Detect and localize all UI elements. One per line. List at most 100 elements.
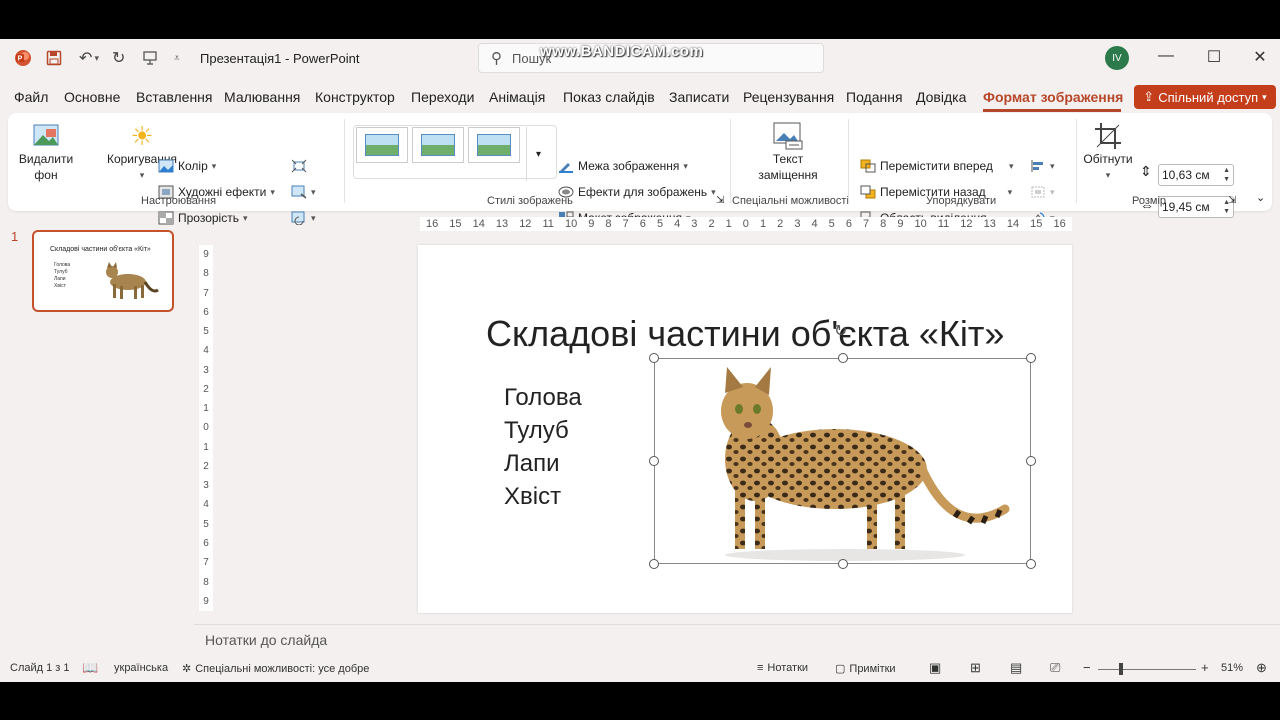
zoom-slider[interactable] bbox=[1098, 663, 1196, 675]
tab-help[interactable]: Довідка bbox=[916, 89, 966, 105]
tab-transitions[interactable]: Переходи bbox=[411, 89, 474, 105]
chevron-down-icon: ▾ bbox=[139, 170, 145, 180]
zoom-level[interactable]: 51% bbox=[1221, 662, 1243, 674]
picture-effects-button[interactable]: Ефекти для зображень ▾ bbox=[558, 185, 716, 199]
change-picture-button[interactable]: ▾ bbox=[291, 185, 316, 199]
height-input[interactable]: 10,63 см ▲ ▼ bbox=[1158, 164, 1234, 186]
picture-border-label: Межа зображення bbox=[578, 159, 680, 173]
crop-icon bbox=[1095, 123, 1121, 149]
slide-thumbnail[interactable]: Складові частини об'єкта «Кіт» Голова Ту… bbox=[32, 230, 174, 312]
undo-icon[interactable]: ↶ ▾ bbox=[74, 48, 104, 68]
slide-body-text[interactable]: Голова Тулуб Лапи Хвіст bbox=[504, 381, 582, 513]
resize-handle[interactable] bbox=[1026, 456, 1036, 466]
alt-text-button[interactable]: Текст заміщення bbox=[752, 121, 824, 183]
tab-slideshow[interactable]: Показ слайдів bbox=[563, 89, 655, 105]
picture-style-1[interactable] bbox=[356, 127, 408, 163]
resize-handle[interactable] bbox=[838, 559, 848, 569]
ribbon-separator bbox=[848, 119, 849, 203]
resize-handle[interactable] bbox=[649, 559, 659, 569]
share-button[interactable]: ⇪ Спільний доступ ▾ bbox=[1134, 85, 1276, 109]
collapse-ribbon-icon[interactable]: ⌄ bbox=[1256, 191, 1265, 204]
tab-animations[interactable]: Анімація bbox=[489, 89, 545, 105]
resize-handle[interactable] bbox=[1026, 353, 1036, 363]
minimize-icon[interactable]: — bbox=[1151, 47, 1181, 65]
app-name: PowerPoint bbox=[292, 51, 360, 66]
tab-record[interactable]: Записати bbox=[669, 89, 729, 105]
normal-view-icon[interactable]: ▣ bbox=[929, 660, 941, 676]
slide-list-item: Тулуб bbox=[504, 417, 569, 444]
comments-button[interactable]: ▢ Примітки bbox=[835, 662, 896, 676]
width-input[interactable]: 19,45 см ▲ ▼ bbox=[1158, 196, 1234, 218]
fit-slide-icon[interactable]: ⊕ bbox=[1256, 660, 1267, 676]
bring-forward-button[interactable]: Перемістити вперед ▾ bbox=[860, 159, 1013, 173]
tab-design[interactable]: Конструктор bbox=[315, 89, 395, 105]
tab-draw[interactable]: Малювання bbox=[224, 89, 300, 105]
reset-picture-button[interactable]: ▾ bbox=[291, 211, 316, 225]
ruler-tick-label: 9 bbox=[897, 218, 904, 230]
spin-arrows-icon[interactable]: ▲ ▼ bbox=[1223, 166, 1230, 184]
resize-handle[interactable] bbox=[649, 353, 659, 363]
tab-insert[interactable]: Вставлення bbox=[136, 89, 213, 105]
pen-icon bbox=[558, 159, 574, 173]
crop-button[interactable]: Обітнути ▾ bbox=[1082, 121, 1134, 183]
save-icon[interactable] bbox=[46, 48, 62, 68]
customize-toolbar-icon[interactable]: ⩡ bbox=[174, 48, 180, 68]
align-button[interactable]: ▾ bbox=[1030, 159, 1055, 173]
reading-view-icon[interactable]: ▤ bbox=[1010, 660, 1022, 676]
chevron-down-icon: ▾ bbox=[1007, 186, 1013, 197]
group-objects-button[interactable]: ▾ bbox=[1030, 185, 1055, 199]
bring-forward-label: Перемістити вперед bbox=[880, 159, 993, 173]
width-value: 19,45 см bbox=[1162, 200, 1210, 214]
close-icon[interactable]: ✕ bbox=[1245, 47, 1275, 67]
slideshow-start-icon[interactable] bbox=[142, 48, 158, 68]
picture-border-button[interactable]: Межа зображення ▾ bbox=[558, 159, 688, 173]
tab-file[interactable]: Файл bbox=[14, 89, 48, 105]
zoom-in-icon[interactable]: + bbox=[1201, 660, 1209, 675]
ruler-tick-label: 3 bbox=[203, 364, 209, 376]
redo-icon[interactable]: ↻ bbox=[112, 48, 125, 68]
avatar[interactable]: IV bbox=[1105, 46, 1129, 70]
size-dialog-launcher-icon[interactable]: ⇲ bbox=[1228, 195, 1236, 206]
rotate-handle-icon[interactable]: ↻ bbox=[834, 321, 847, 341]
resize-handle[interactable] bbox=[649, 456, 659, 466]
maximize-icon[interactable]: ☐ bbox=[1199, 47, 1229, 67]
slide-canvas[interactable]: Складові частини об'єкта «Кіт» Голова Ту… bbox=[418, 245, 1072, 613]
picture-style-3[interactable] bbox=[468, 127, 520, 163]
slide-title[interactable]: Складові частини об'єкта «Кіт» bbox=[486, 313, 1004, 355]
color-button[interactable]: Колір ▾ bbox=[158, 159, 216, 173]
transparency-button[interactable]: Прозорість ▾ bbox=[158, 211, 248, 225]
accessibility-status[interactable]: ✲ Спеціальні можливості: усе добре bbox=[182, 662, 369, 676]
ruler-tick-label: 11 bbox=[542, 218, 554, 230]
slide-counter: Слайд 1 з 1 bbox=[10, 662, 70, 674]
group-label-size: Розмір bbox=[1132, 195, 1167, 207]
tab-review[interactable]: Рецензування bbox=[743, 89, 834, 105]
powerpoint-window: P ↶ ▾ ↻ ⩡ Презентація1 - PowerPoint ⚲ Пош… bbox=[0, 39, 1280, 682]
corrections-button[interactable]: ☀ Коригування ▾ bbox=[106, 121, 178, 183]
notes-toggle-button[interactable]: ≡ Нотатки bbox=[757, 662, 808, 674]
title-bar: P ↶ ▾ ↻ ⩡ Презентація1 - PowerPoint ⚲ Пош… bbox=[0, 39, 1280, 77]
zoom-out-icon[interactable]: − bbox=[1083, 660, 1091, 675]
slide-sorter-icon[interactable]: ⊞ bbox=[970, 660, 981, 676]
slideshow-view-icon[interactable]: ⎚ bbox=[1050, 660, 1060, 676]
alt-text-label-2: заміщення bbox=[758, 168, 818, 182]
chevron-down-icon: ▾ bbox=[1105, 170, 1111, 180]
tab-picture-format[interactable]: Формат зображення bbox=[983, 89, 1123, 105]
spellcheck-icon[interactable]: 📖 bbox=[82, 660, 98, 676]
chevron-down-icon: ▾ bbox=[1050, 186, 1055, 197]
gallery-more-icon[interactable]: ▾ bbox=[526, 127, 550, 181]
group-label-styles: Стилі зображень bbox=[487, 195, 573, 207]
compress-pictures-button[interactable] bbox=[291, 159, 307, 173]
ruler-tick-label: 12 bbox=[960, 218, 973, 230]
styles-dialog-launcher-icon[interactable]: ⇲ bbox=[716, 195, 724, 206]
tab-home[interactable]: Основне bbox=[64, 89, 120, 105]
zoom-slider-thumb[interactable] bbox=[1119, 663, 1123, 675]
picture-style-2[interactable] bbox=[412, 127, 464, 163]
notes-pane[interactable]: Нотатки до слайда bbox=[194, 624, 1280, 654]
resize-handle[interactable] bbox=[1026, 559, 1036, 569]
resize-handle[interactable] bbox=[838, 353, 848, 363]
language-indicator[interactable]: українська bbox=[114, 662, 168, 674]
thumbnail-cat-image bbox=[106, 262, 159, 299]
remove-background-button[interactable]: Видалити фон bbox=[19, 121, 73, 183]
selected-picture[interactable]: ↻ bbox=[649, 323, 1036, 569]
tab-view[interactable]: Подання bbox=[846, 89, 903, 105]
